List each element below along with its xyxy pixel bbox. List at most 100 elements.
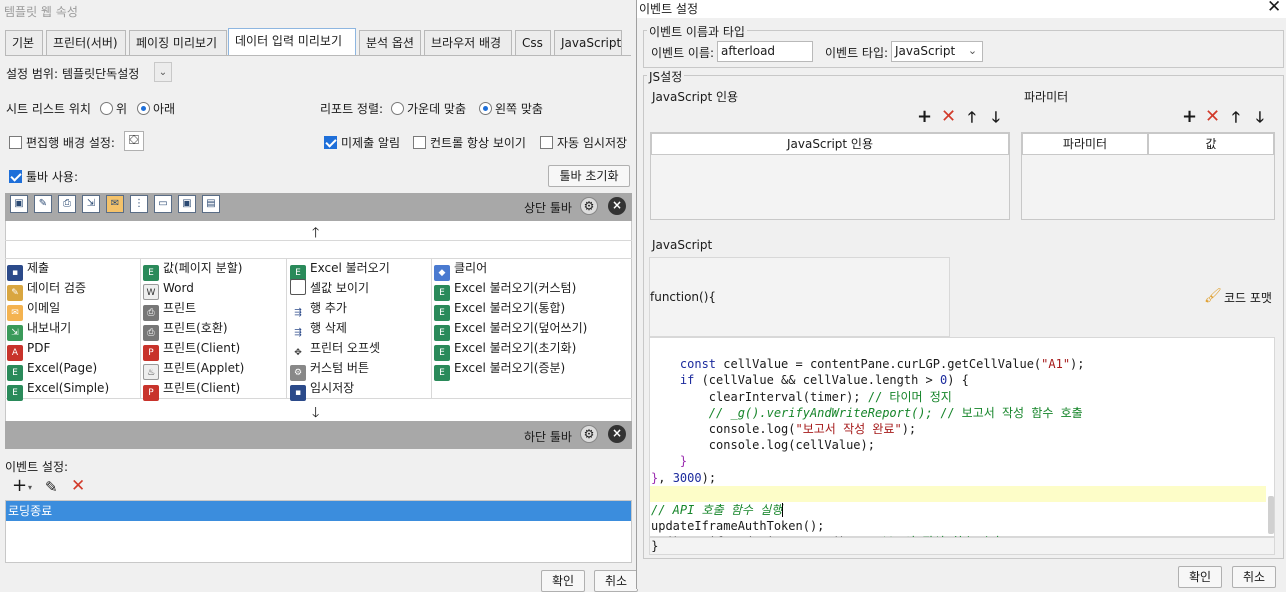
delete-icon[interactable]: ✕ <box>941 108 956 126</box>
always-show-control-checkbox[interactable] <box>413 136 426 149</box>
cell-icon[interactable]: ▭ <box>154 195 172 213</box>
toolbar-item-delete-row[interactable]: ⇶ 행 삭제 <box>290 318 347 341</box>
add-icon[interactable]: + <box>1182 108 1197 126</box>
tab-data-input-preview[interactable]: 데이터 입력 미리보기 <box>228 28 356 56</box>
print-icon[interactable]: ⎙ <box>58 195 76 213</box>
disk-icon[interactable]: ▤ <box>202 195 220 213</box>
toolbar-item-print-client-2[interactable]: P 프린트(Client) <box>143 378 240 401</box>
template-web-properties-window: 템플릿 웹 속성 기본 프린터(서버) 페이징 미리보기 데이터 입력 미리보기… <box>0 0 638 592</box>
temp-save-icon[interactable]: ▣ <box>178 195 196 213</box>
sheet-position-up-label: 위 <box>116 102 128 116</box>
js-reference-header[interactable]: JavaScript 인용 <box>651 133 1009 155</box>
toolbar-item-custom-button[interactable]: ⚙ 커스텀 버튼 <box>290 358 369 381</box>
arrow-up-icon[interactable]: 🡑 <box>312 222 319 246</box>
parameter-label: 파라미터 <box>1024 90 1069 104</box>
tab-basic[interactable]: 기본 <box>5 30 43 55</box>
toolbar-item-printer-offset[interactable]: ✥ 프린터 오프셋 <box>290 338 380 361</box>
arrow-down-icon[interactable]: 🡓 <box>992 108 1000 126</box>
tab-css[interactable]: Css <box>515 30 551 55</box>
toolbar-item-add-row[interactable]: ⇶ 행 추가 <box>290 298 347 321</box>
toolbar-item-data-validation[interactable]: ✎ 데이터 검증 <box>7 278 86 301</box>
tab-printer-server[interactable]: 프린터(서버) <box>46 30 126 55</box>
edit-row-bg-label: 편집행 배경 설정: <box>26 136 115 150</box>
gear-icon[interactable]: ⚙ <box>580 197 598 215</box>
toolbar-item-excel-load-reset[interactable]: E Excel 불러오기(초기화) <box>434 338 576 361</box>
scope-dropdown-chevron-icon[interactable]: ⌄ <box>154 62 172 82</box>
tab-analysis-options[interactable]: 분석 옵션 <box>359 30 421 55</box>
reset-toolbar-button[interactable]: 툴바 초기화 <box>548 165 630 187</box>
toolbar-item-excel-load-overwrite[interactable]: E Excel 불러오기(덮어쓰기) <box>434 318 587 341</box>
arrow-down-icon[interactable]: 🡓 <box>1256 108 1264 126</box>
edit-row-bg-checkbox[interactable] <box>9 136 22 149</box>
dialog-cancel-button[interactable]: 취소 <box>1232 566 1276 588</box>
toolbar-item-word[interactable]: W Word <box>143 278 194 300</box>
code-format-button[interactable]: 코드 포맷 <box>1224 289 1272 306</box>
toolbar-item-excel-load-incremental[interactable]: E Excel 불러오기(증분) <box>434 358 565 381</box>
toolbar-item-temp-save[interactable]: ▪ 임시저장 <box>290 378 354 401</box>
toolbar-item-excel-load-merge[interactable]: E Excel 불러오기(통합) <box>434 298 565 321</box>
arrow-up-icon[interactable]: 🡑 <box>1232 108 1240 126</box>
toolbar-item-pdf[interactable]: A PDF <box>7 338 50 361</box>
edit-pencil-icon[interactable]: ✎ <box>45 478 58 496</box>
toolbar-item-submit[interactable]: ▪ 제출 <box>7 258 49 281</box>
toolbar-item-print[interactable]: ⎙ 프린트 <box>143 298 196 321</box>
toolbar-item-excel-load[interactable]: E Excel 불러오기 <box>290 258 390 281</box>
auto-temp-save-checkbox[interactable] <box>540 136 553 149</box>
row-icon[interactable]: ⋮ <box>130 195 148 213</box>
toolbar-item-excel-page[interactable]: E Excel(Page) <box>7 358 97 381</box>
javascript-label: JavaScript <box>652 238 713 252</box>
toolbar-item-print-compat[interactable]: ⎙ 프린트(호환) <box>143 318 228 341</box>
close-circle-icon[interactable]: × <box>608 197 626 215</box>
delete-icon[interactable]: ✕ <box>71 476 85 496</box>
toolbar-item-excel-load-custom[interactable]: E Excel 불러오기(커스텀) <box>434 278 576 301</box>
vertical-scrollbar[interactable] <box>1268 496 1274 534</box>
use-toolbar-checkbox[interactable] <box>9 170 22 183</box>
save-icon[interactable]: ▣ <box>10 195 28 213</box>
paint-bucket-icon[interactable]: ⛋ <box>124 131 144 151</box>
tab-browser-background[interactable]: 브라우저 배경 <box>424 30 512 55</box>
toolbar-item-print-client[interactable]: P 프린트(Client) <box>143 338 240 361</box>
event-settings-label: 이벤트 설정: <box>5 460 69 474</box>
sheet-position-up-radio[interactable] <box>100 102 113 115</box>
event-name-input[interactable]: afterload <box>717 41 813 62</box>
close-icon[interactable]: ✕ <box>1267 0 1281 17</box>
unsubmit-alert-checkbox[interactable] <box>324 136 337 149</box>
brush-icon[interactable]: 🖌 <box>1204 288 1222 304</box>
close-circle-icon[interactable]: × <box>608 425 626 443</box>
tab-paging-preview[interactable]: 페이징 미리보기 <box>129 30 227 55</box>
report-align-center-radio[interactable] <box>391 102 404 115</box>
toolbar-item-show-cell-value[interactable]: 셀값 보이기 <box>290 278 369 298</box>
dialog-ok-button[interactable]: 확인 <box>1178 566 1222 588</box>
value-header[interactable]: 값 <box>1148 133 1274 155</box>
scope-value[interactable]: 템플릿단독설정 <box>62 65 139 82</box>
code-line-4: // _g().verifyAndWriteReport(); // 보고서 작… <box>708 405 1083 420</box>
code-line-10: // API 호출 함수 실행 <box>651 503 784 518</box>
email-icon[interactable]: ✉ <box>106 195 124 213</box>
excel-icon: E <box>7 385 23 401</box>
toolbar-item-page-split-value[interactable]: E 값(페이지 분할) <box>143 258 242 281</box>
toolbar-item-email[interactable]: ✉ 이메일 <box>7 298 60 321</box>
delete-icon[interactable]: ✕ <box>1205 108 1220 126</box>
parameter-header[interactable]: 파라미터 <box>1022 133 1148 155</box>
js-settings-legend: JS설정 <box>647 68 685 85</box>
chevron-down-icon[interactable]: ⌄ <box>963 42 982 61</box>
bottom-toolbar-label: 하단 툴바 <box>524 430 572 444</box>
export-icon[interactable]: ⇲ <box>82 195 100 213</box>
toolbar-item-clear[interactable]: ◆ 클리어 <box>434 258 487 281</box>
toolbar-item-print-applet[interactable]: ♨ 프린트(Applet) <box>143 358 244 380</box>
report-align-left-radio[interactable] <box>479 102 492 115</box>
validate-icon[interactable]: ✎ <box>34 195 52 213</box>
add-icon[interactable]: + <box>12 477 27 495</box>
chevron-down-icon[interactable]: ▾ <box>28 483 32 492</box>
toolbar-item-excel-simple[interactable]: E Excel(Simple) <box>7 378 109 401</box>
toolbar-item-export[interactable]: ⇲ 내보내기 <box>7 318 71 341</box>
event-list-item-selected[interactable]: 로딩종료 <box>6 501 631 521</box>
function-footer: } <box>649 537 1275 555</box>
sheet-position-down-radio[interactable] <box>137 102 150 115</box>
add-icon[interactable]: + <box>917 108 932 126</box>
cell-icon <box>290 279 306 295</box>
code-line-6: console.log(cellValue); <box>651 438 875 453</box>
arrow-up-icon[interactable]: 🡑 <box>968 108 976 126</box>
gear-icon[interactable]: ⚙ <box>580 425 598 443</box>
tab-javascript[interactable]: JavaScript <box>554 30 622 55</box>
